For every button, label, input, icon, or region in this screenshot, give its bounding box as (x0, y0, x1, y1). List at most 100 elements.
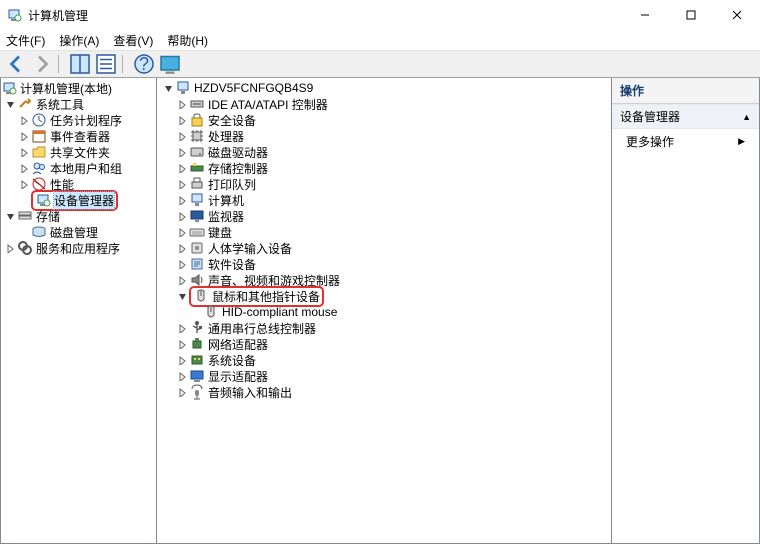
menu-action[interactable]: 操作(A) (59, 32, 99, 49)
printer-icon (189, 176, 205, 192)
device-item-mouse[interactable]: 鼠标和其他指针设备 (161, 288, 611, 304)
twisty-closed-icon[interactable] (175, 177, 189, 191)
twisty-closed-icon[interactable] (175, 209, 189, 223)
twisty-closed-icon[interactable] (175, 385, 189, 399)
tree-label: 共享文件夹 (50, 144, 110, 161)
twisty-closed-icon[interactable] (17, 113, 31, 127)
device-label: 通用串行总线控制器 (208, 320, 316, 337)
device-item-cpu[interactable]: 处理器 (161, 128, 611, 144)
collapse-icon: ▲ (742, 112, 751, 122)
twisty-closed-icon[interactable] (175, 369, 189, 383)
device-label: 磁盘驱动器 (208, 144, 268, 161)
device-item-disk[interactable]: 磁盘驱动器 (161, 144, 611, 160)
device-item-root[interactable]: HZDV5FCNFGQB4S9 (161, 80, 611, 96)
toolbar-separator (58, 55, 64, 73)
users-icon (31, 160, 47, 176)
back-button[interactable] (4, 53, 28, 75)
twisty-closed-icon[interactable] (175, 321, 189, 335)
twisty-open-icon[interactable] (175, 289, 189, 303)
audio-icon (189, 384, 205, 400)
device-item-hid[interactable]: 人体学输入设备 (161, 240, 611, 256)
twisty-open-icon[interactable] (3, 209, 17, 223)
keyboard-icon (189, 224, 205, 240)
device-manager-icon (35, 192, 51, 208)
device-label: 监视器 (208, 208, 244, 225)
device-label: HZDV5FCNFGQB4S9 (194, 81, 313, 95)
menu-view[interactable]: 查看(V) (113, 32, 153, 49)
device-item-ide[interactable]: IDE ATA/ATAPI 控制器 (161, 96, 611, 112)
device-item-security[interactable]: 安全设备 (161, 112, 611, 128)
twisty-closed-icon[interactable] (175, 193, 189, 207)
device-item-software[interactable]: 软件设备 (161, 256, 611, 272)
screen-button[interactable] (158, 53, 182, 75)
device-label: HID-compliant mouse (222, 305, 337, 319)
minimize-button[interactable] (622, 0, 668, 30)
close-button[interactable] (714, 0, 760, 30)
twisty-closed-icon[interactable] (175, 225, 189, 239)
twisty-closed-icon[interactable] (17, 177, 31, 191)
twisty-closed-icon[interactable] (175, 97, 189, 111)
device-item-display[interactable]: 显示适配器 (161, 368, 611, 384)
title-bar: 计算机管理 (0, 0, 760, 30)
menu-help[interactable]: 帮助(H) (167, 32, 208, 49)
twisty-closed-icon[interactable] (175, 129, 189, 143)
tree-item-shared-folders[interactable]: 共享文件夹 (1, 144, 156, 160)
device-label: 安全设备 (208, 112, 256, 129)
twisty-closed-icon[interactable] (175, 273, 189, 287)
help-button[interactable] (132, 53, 156, 75)
twisty-open-icon[interactable] (3, 97, 17, 111)
device-item-storage-ctrl[interactable]: 存储控制器 (161, 160, 611, 176)
monitor-icon (189, 208, 205, 224)
menu-file[interactable]: 文件(F) (6, 32, 45, 49)
twisty-closed-icon[interactable] (175, 161, 189, 175)
security-icon (189, 112, 205, 128)
twisty-open-icon[interactable] (161, 81, 175, 95)
tree-item-system-tools[interactable]: 系统工具 (1, 96, 156, 112)
panes-button[interactable] (68, 53, 92, 75)
maximize-button[interactable] (668, 0, 714, 30)
twisty-closed-icon[interactable] (17, 145, 31, 159)
tree-item-root[interactable]: 计算机管理(本地) (1, 80, 156, 96)
tree-item-task-scheduler[interactable]: 任务计划程序 (1, 112, 156, 128)
device-item-keyboard[interactable]: 键盘 (161, 224, 611, 240)
twisty-closed-icon[interactable] (17, 129, 31, 143)
tree-item-services[interactable]: 服务和应用程序 (1, 240, 156, 256)
device-item-network[interactable]: 网络适配器 (161, 336, 611, 352)
device-label: 键盘 (208, 224, 232, 241)
twisty-closed-icon[interactable] (175, 353, 189, 367)
forward-button[interactable] (30, 53, 54, 75)
twisty-closed-icon[interactable] (3, 241, 17, 255)
actions-more-link[interactable]: 更多操作 ▶ (612, 129, 759, 154)
tree-item-device-manager[interactable]: 设备管理器 (1, 192, 156, 208)
storage-ctrl-icon (189, 160, 205, 176)
actions-section-label: 设备管理器 (620, 108, 680, 125)
tree-item-event-viewer[interactable]: 事件查看器 (1, 128, 156, 144)
usb-icon (189, 320, 205, 336)
device-item-computer[interactable]: 计算机 (161, 192, 611, 208)
twisty-closed-icon[interactable] (175, 145, 189, 159)
tree-label: 系统工具 (36, 96, 84, 113)
twisty-closed-icon[interactable] (175, 241, 189, 255)
device-item-system-devices[interactable]: 系统设备 (161, 352, 611, 368)
toolbar-separator (122, 55, 128, 73)
device-item-usb[interactable]: 通用串行总线控制器 (161, 320, 611, 336)
tree-item-local-users[interactable]: 本地用户和组 (1, 160, 156, 176)
pc-icon (189, 192, 205, 208)
device-item-audio[interactable]: 音频输入和输出 (161, 384, 611, 400)
sysdev-icon (189, 352, 205, 368)
twisty-closed-icon[interactable] (17, 161, 31, 175)
device-item-print-queue[interactable]: 打印队列 (161, 176, 611, 192)
device-item-hid-mouse[interactable]: HID-compliant mouse (161, 304, 611, 320)
computer-icon (1, 80, 17, 96)
event-icon (31, 128, 47, 144)
tree-item-disk-management[interactable]: 磁盘管理 (1, 224, 156, 240)
twisty-closed-icon[interactable] (175, 113, 189, 127)
details-button[interactable] (94, 53, 118, 75)
device-item-monitor[interactable]: 监视器 (161, 208, 611, 224)
menu-bar: 文件(F) 操作(A) 查看(V) 帮助(H) (0, 30, 760, 50)
twisty-closed-icon[interactable] (175, 337, 189, 351)
actions-section[interactable]: 设备管理器 ▲ (612, 104, 759, 129)
disk-icon (31, 224, 47, 240)
mouse-icon (203, 304, 219, 320)
twisty-closed-icon[interactable] (175, 257, 189, 271)
